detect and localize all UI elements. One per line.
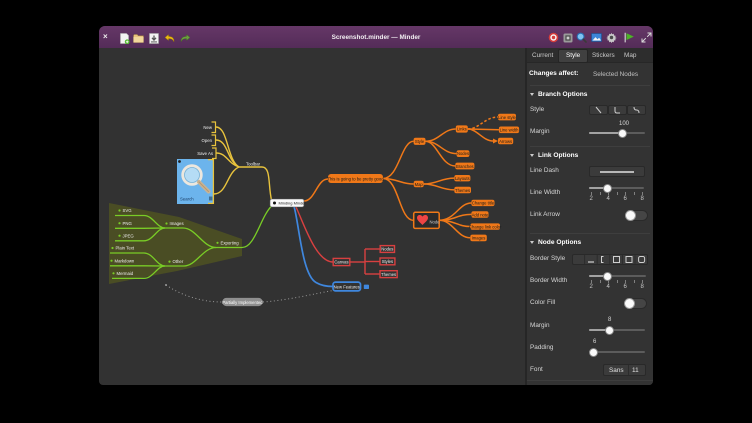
svg-text:Themes: Themes bbox=[381, 272, 396, 277]
svg-text:Images: Images bbox=[472, 236, 486, 241]
svg-text:Markdown: Markdown bbox=[115, 258, 135, 263]
svg-text:New Features: New Features bbox=[334, 285, 360, 290]
svg-text:Nodes: Nodes bbox=[381, 247, 393, 252]
svg-text:Search: Search bbox=[180, 197, 194, 202]
svg-text:Plain Text: Plain Text bbox=[116, 246, 135, 251]
svg-text:Exporting: Exporting bbox=[221, 240, 240, 245]
svg-text:SVG: SVG bbox=[123, 208, 133, 213]
svg-text:Canvas: Canvas bbox=[334, 260, 348, 265]
svg-text:Style: Style bbox=[415, 139, 425, 144]
svg-text:Mermaid: Mermaid bbox=[117, 271, 134, 276]
svg-text:Change link color: Change link color bbox=[469, 224, 502, 229]
svg-text:PNG: PNG bbox=[123, 221, 133, 226]
svg-text:Images: Images bbox=[170, 221, 184, 226]
svg-text:Partially Implemented: Partially Implemented bbox=[222, 300, 263, 305]
svg-text:Themes: Themes bbox=[455, 188, 470, 193]
svg-text:Add note: Add note bbox=[472, 212, 489, 217]
svg-text:Line style: Line style bbox=[498, 115, 516, 120]
svg-text:Line width: Line width bbox=[500, 128, 520, 133]
svg-text:Nodes: Nodes bbox=[457, 151, 469, 156]
svg-text:Links: Links bbox=[457, 127, 467, 132]
svg-text:Open: Open bbox=[201, 138, 212, 143]
svg-text:JPEG: JPEG bbox=[123, 233, 135, 238]
svg-text:New: New bbox=[203, 125, 212, 130]
svg-text:Arrows: Arrows bbox=[499, 139, 512, 144]
svg-text:Save As: Save As bbox=[197, 151, 213, 156]
svg-text:Branches: Branches bbox=[456, 164, 474, 169]
svg-text:Other: Other bbox=[173, 259, 184, 264]
svg-text:Minding Minder: Minding Minder bbox=[279, 201, 307, 206]
svg-text:Styles: Styles bbox=[382, 259, 393, 264]
svg-text:This is going to be pretty goo: This is going to be pretty good bbox=[327, 176, 384, 181]
svg-text:Map: Map bbox=[415, 182, 424, 187]
svg-text:Toolbar: Toolbar bbox=[246, 162, 261, 167]
svg-text:Node: Node bbox=[430, 219, 441, 224]
svg-text:Layouts: Layouts bbox=[455, 176, 470, 181]
svg-text:Change title: Change title bbox=[472, 201, 495, 206]
